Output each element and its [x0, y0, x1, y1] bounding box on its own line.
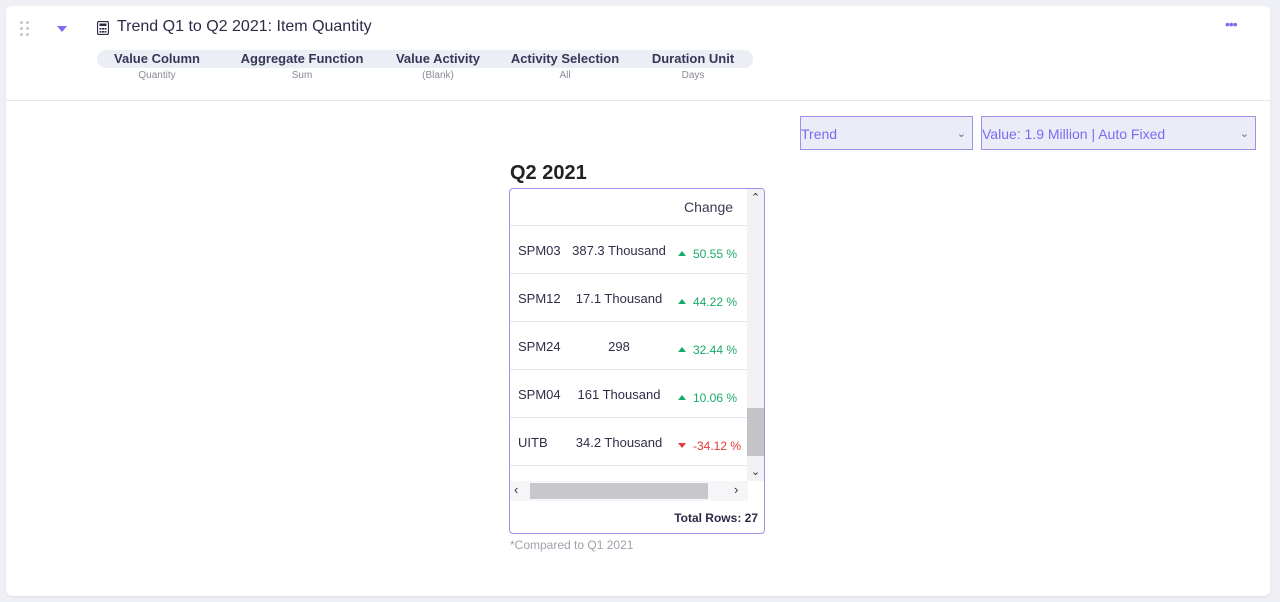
- widget-card: Trend Q1 to Q2 2021: Item Quantity ••• V…: [6, 6, 1270, 596]
- param-value-activity[interactable]: Value Activity (Blank): [387, 50, 489, 81]
- view-mode-value: Trend: [801, 126, 838, 142]
- param-value: Sum: [291, 70, 313, 81]
- view-mode-select[interactable]: Trend ⌄: [800, 116, 973, 150]
- comparison-footnote: *Compared to Q1 2021: [510, 538, 634, 552]
- row-divider: [510, 321, 748, 322]
- change-value: 50.55 %: [693, 247, 738, 261]
- param-label: Value Column: [114, 51, 200, 66]
- param-value: (Blank): [422, 70, 454, 81]
- item-cell: SPM12: [518, 291, 561, 306]
- param-label: Duration Unit: [651, 51, 735, 66]
- trend-up-icon: [678, 299, 686, 304]
- item-cell: SPM24: [518, 339, 561, 354]
- widget-title: Trend Q1 to Q2 2021: Item Quantity: [117, 18, 372, 35]
- period-title: Q2 2021: [510, 162, 587, 184]
- change-cell: -34.12 %: [678, 439, 741, 453]
- param-value: Quantity: [138, 70, 176, 81]
- vertical-scrollbar[interactable]: ⌃ ⌄: [747, 189, 764, 481]
- param-activity-selection[interactable]: Activity Selection All: [504, 50, 626, 81]
- trend-up-icon: [678, 347, 686, 352]
- change-value: -34.12 %: [693, 439, 742, 453]
- value-cell: 161 Thousand: [577, 387, 661, 402]
- param-aggregate-function[interactable]: Aggregate Function Sum: [232, 50, 372, 81]
- row-divider: [510, 369, 748, 370]
- value-cell: 34.2 Thousand: [575, 435, 663, 450]
- param-duration-unit[interactable]: Duration Unit Days: [643, 50, 743, 81]
- change-value: 10.06 %: [693, 391, 738, 405]
- trend-up-icon: [678, 251, 686, 256]
- row-divider: [510, 417, 748, 418]
- scroll-right-icon[interactable]: ›: [734, 482, 738, 497]
- drag-handle-icon[interactable]: [20, 21, 30, 37]
- row-divider: [510, 273, 748, 274]
- total-rows: Total Rows: 27: [674, 511, 758, 525]
- item-cell: SPM03: [518, 243, 561, 258]
- trend-table: Change SPM03 387.3 Thousand 50.55 % SPM1…: [509, 188, 765, 534]
- chevron-down-icon: ⌄: [1239, 128, 1249, 140]
- param-label: Aggregate Function: [240, 51, 364, 66]
- param-label: Activity Selection: [510, 51, 620, 66]
- vertical-scroll-thumb[interactable]: [747, 408, 764, 456]
- change-column-header: Change: [684, 199, 734, 215]
- item-cell: UITB: [518, 435, 548, 450]
- param-value-column[interactable]: Value Column Quantity: [97, 50, 217, 81]
- scroll-left-icon[interactable]: ‹: [514, 482, 518, 497]
- change-cell: 44.22 %: [678, 295, 737, 309]
- value-scale-select[interactable]: Value: 1.9 Million | Auto Fixed ⌄: [981, 116, 1256, 150]
- caret-down-icon[interactable]: [57, 26, 67, 32]
- value-cell: 387.3 Thousand: [572, 243, 666, 258]
- row-divider: [510, 465, 748, 466]
- change-value: 32.44 %: [693, 343, 738, 357]
- item-cell: SPM04: [518, 387, 561, 402]
- value-cell: 298: [608, 339, 630, 354]
- change-value: 44.22 %: [693, 295, 738, 309]
- horizontal-scrollbar[interactable]: ‹ ›: [510, 481, 748, 501]
- row-divider: [510, 225, 748, 226]
- scroll-up-icon[interactable]: ⌃: [751, 191, 760, 204]
- param-value: All: [559, 70, 571, 81]
- change-cell: 50.55 %: [678, 247, 737, 261]
- param-value: Days: [681, 70, 705, 81]
- more-horizontal-icon[interactable]: •••: [1225, 16, 1238, 32]
- trend-up-icon: [678, 395, 686, 400]
- chevron-down-icon: ⌄: [956, 128, 966, 140]
- param-label: Value Activity: [395, 51, 481, 66]
- calculator-icon: [97, 21, 109, 35]
- change-cell: 32.44 %: [678, 343, 737, 357]
- widget-header: Trend Q1 to Q2 2021: Item Quantity ••• V…: [6, 6, 1270, 101]
- horizontal-scroll-thumb[interactable]: [530, 483, 708, 499]
- value-scale-value: Value: 1.9 Million | Auto Fixed: [982, 126, 1166, 142]
- change-cell: 10.06 %: [678, 391, 737, 405]
- trend-down-icon: [678, 443, 686, 448]
- value-cell: 17.1 Thousand: [575, 291, 663, 306]
- scroll-down-icon[interactable]: ⌄: [751, 465, 760, 478]
